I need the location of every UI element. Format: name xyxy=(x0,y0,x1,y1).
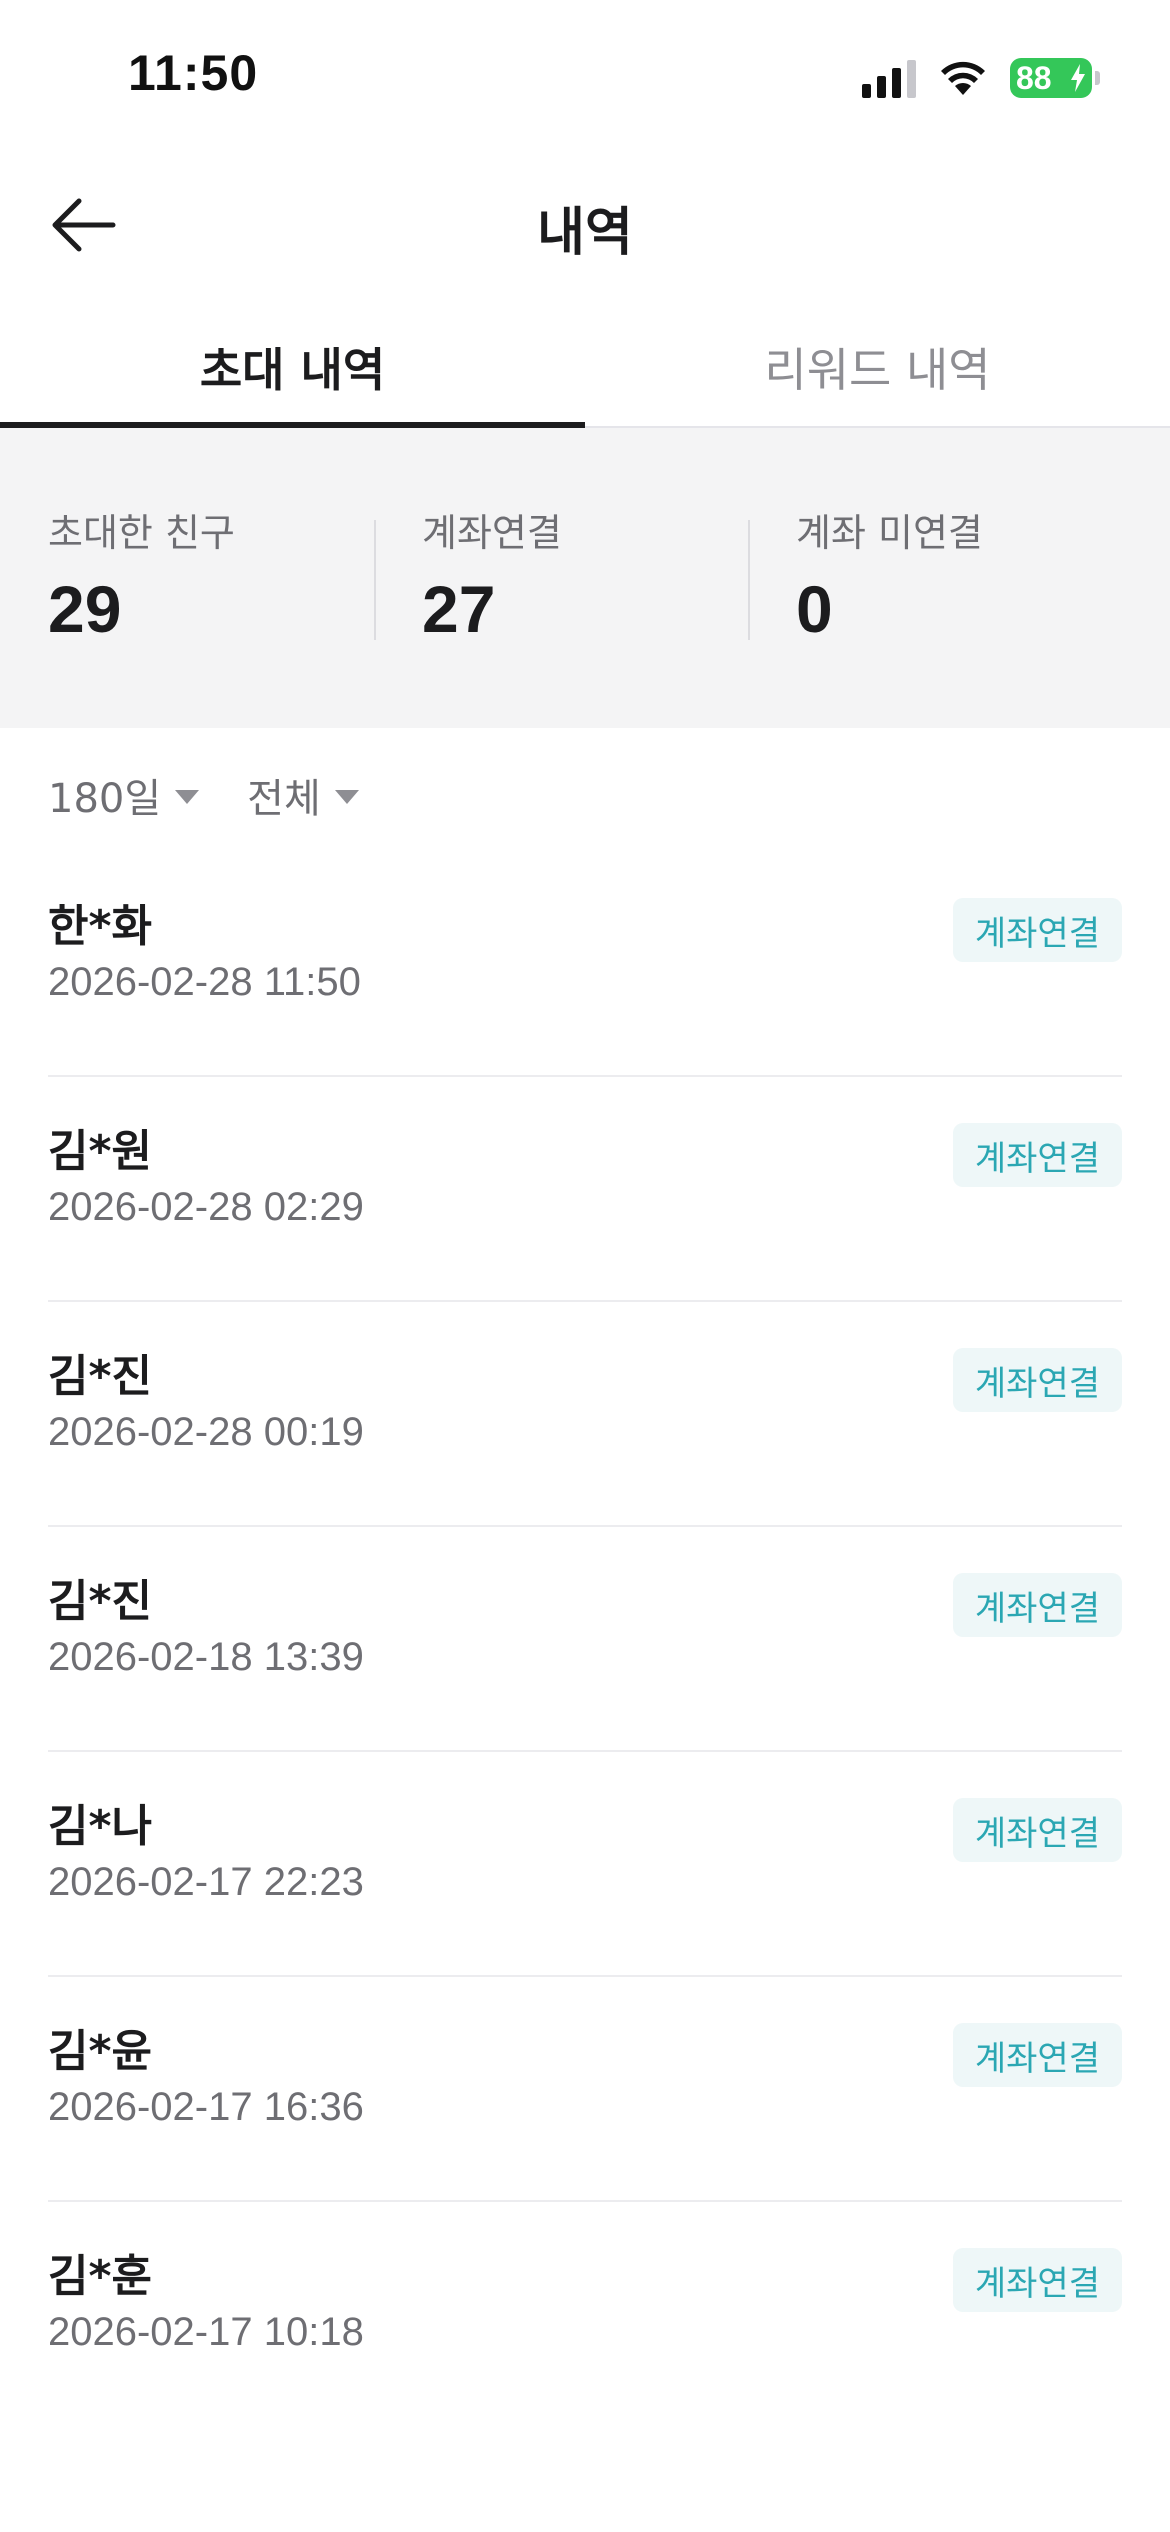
status-badge: 계좌연결 xyxy=(952,898,1122,962)
list-item[interactable]: 김*훈 2026-02-17 10:18 계좌연결 xyxy=(48,2202,1122,2427)
summary-unlinked-label: 계좌 미연결 xyxy=(796,511,983,555)
charging-bolt-icon xyxy=(1071,64,1085,92)
invite-list: 한*화 2026-02-28 11:50 계좌연결 김*원 2026-02-28… xyxy=(48,852,1122,2427)
status-badge: 계좌연결 xyxy=(952,1573,1122,1637)
status-badge: 계좌연결 xyxy=(952,1798,1122,1862)
status-badge: 계좌연결 xyxy=(952,1348,1122,1412)
invite-datetime: 2026-02-28 02:29 xyxy=(48,1185,364,1229)
tab-bar: 초대 내역 리워드 내역 xyxy=(0,310,1170,428)
type-filter-label: 전체 xyxy=(247,776,321,822)
period-filter-label: 180일 xyxy=(48,776,162,822)
battery-cap xyxy=(1095,71,1100,85)
friend-name: 김*훈 xyxy=(48,2251,152,2302)
battery-level: 88 xyxy=(1016,59,1052,96)
summary-linked-value: 27 xyxy=(422,572,496,646)
status-badge: 계좌연결 xyxy=(952,2248,1122,2312)
summary-unlinked-value: 0 xyxy=(796,572,833,646)
friend-name: 김*원 xyxy=(48,1126,152,1177)
friend-name: 김*진 xyxy=(48,1351,152,1402)
page-title: 내역 xyxy=(537,203,633,263)
list-item[interactable]: 김*원 2026-02-28 02:29 계좌연결 xyxy=(48,1077,1122,1302)
type-filter-dropdown[interactable]: 전체 xyxy=(247,760,359,830)
status-badge: 계좌연결 xyxy=(952,2023,1122,2087)
friend-name: 김*진 xyxy=(48,1576,152,1627)
tab-invite-history[interactable]: 초대 내역 xyxy=(0,310,585,428)
invite-datetime: 2026-02-17 16:36 xyxy=(48,2085,364,2129)
list-item[interactable]: 김*진 2026-02-18 13:39 계좌연결 xyxy=(48,1527,1122,1752)
summary-unlinked: 계좌 미연결 0 xyxy=(748,428,1122,728)
invite-datetime: 2026-02-17 10:18 xyxy=(48,2310,364,2354)
summary-linked: 계좌연결 27 xyxy=(374,428,748,728)
summary-invited: 초대한 친구 29 xyxy=(48,428,374,728)
summary-invited-value: 29 xyxy=(48,572,122,646)
summary-linked-label: 계좌연결 xyxy=(422,511,562,555)
friend-name: 한*화 xyxy=(48,901,152,952)
status-time: 11:50 xyxy=(128,45,259,101)
list-item[interactable]: 김*진 2026-02-28 00:19 계좌연결 xyxy=(48,1302,1122,1527)
friend-name: 김*윤 xyxy=(48,2026,152,2077)
summary-panel: 초대한 친구 29 계좌연결 27 계좌 미연결 0 xyxy=(0,428,1170,728)
cellular-signal-icon xyxy=(862,58,916,98)
list-item[interactable]: 한*화 2026-02-28 11:50 계좌연결 xyxy=(48,852,1122,1077)
invite-datetime: 2026-02-28 11:50 xyxy=(48,960,361,1004)
list-item[interactable]: 김*나 2026-02-17 22:23 계좌연결 xyxy=(48,1752,1122,1977)
status-badge: 계좌연결 xyxy=(952,1123,1122,1187)
summary-invited-label: 초대한 친구 xyxy=(48,511,235,555)
friend-name: 김*나 xyxy=(48,1801,152,1852)
wifi-icon xyxy=(941,61,985,95)
battery-icon: 88 xyxy=(1010,58,1100,98)
header: 내역 xyxy=(0,160,1170,290)
status-icons: 88 xyxy=(862,56,1100,100)
invite-datetime: 2026-02-28 00:19 xyxy=(48,1410,364,1454)
tab-reward-history[interactable]: 리워드 내역 xyxy=(585,310,1170,426)
invite-datetime: 2026-02-18 13:39 xyxy=(48,1635,364,1679)
filter-bar: 180일 전체 xyxy=(48,760,359,830)
caret-down-icon xyxy=(334,790,359,804)
period-filter-dropdown[interactable]: 180일 xyxy=(48,760,200,830)
caret-down-icon xyxy=(175,790,200,804)
list-item[interactable]: 김*윤 2026-02-17 16:36 계좌연결 xyxy=(48,1977,1122,2202)
status-bar: 11:50 88 xyxy=(0,0,1170,150)
invite-datetime: 2026-02-17 22:23 xyxy=(48,1860,364,1904)
